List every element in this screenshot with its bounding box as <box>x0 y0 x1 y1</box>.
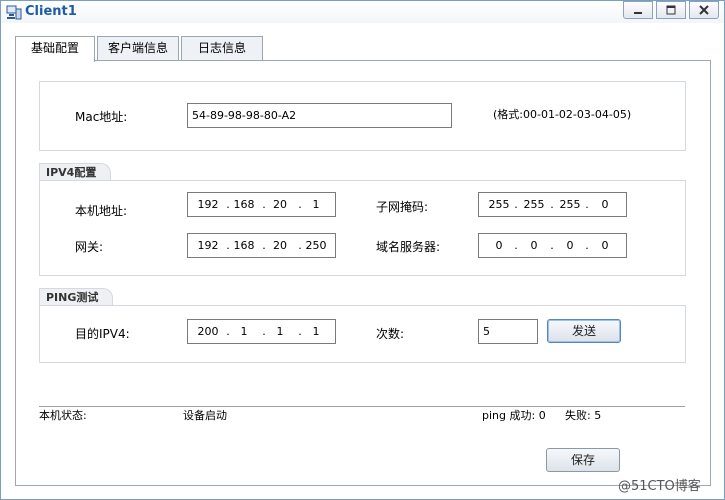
tab-basic-config[interactable]: 基础配置 <box>15 36 95 62</box>
mac-label: Mac地址: <box>75 110 128 124</box>
ping-success-count: ping 成功: 0 <box>482 409 546 422</box>
local-ip-label: 本机地址: <box>75 204 128 218</box>
gateway-label: 网关: <box>75 240 104 254</box>
ip-octet: 1 <box>240 325 248 338</box>
ping-group: 目的IPV4: 200 . 1 . 1 . 1 次数: 5 发送 <box>39 305 686 363</box>
ip-octet: 20 <box>273 198 287 211</box>
title-bar[interactable]: Client1 <box>1 1 724 23</box>
ping-group-label: PING测试 <box>39 288 113 306</box>
maximize-button[interactable] <box>656 1 686 19</box>
save-button[interactable]: 保存 <box>546 448 620 472</box>
ping-dest-label: 目的IPV4: <box>75 327 130 341</box>
close-button[interactable] <box>689 1 719 19</box>
ip-octet: 168 <box>233 198 255 211</box>
ping-count-label: 次数: <box>376 327 405 341</box>
minimize-button[interactable] <box>623 1 653 19</box>
ping-dest-input[interactable]: 200 . 1 . 1 . 1 <box>187 319 336 344</box>
ip-octet: 200 <box>197 325 219 338</box>
send-button[interactable]: 发送 <box>547 319 621 343</box>
ip-octet: 0 <box>495 239 503 252</box>
ip-octet: 0 <box>601 239 609 252</box>
mac-format-hint: (格式:00-01-02-03-04-05) <box>493 108 632 121</box>
tab-log-info[interactable]: 日志信息 <box>181 36 263 60</box>
computer-icon <box>6 5 22 20</box>
tab-client-info[interactable]: 客户端信息 <box>97 36 179 60</box>
ipv4-group-label: IPV4配置 <box>39 163 111 181</box>
mac-input[interactable]: 54-89-98-98-80-A2 <box>187 103 452 128</box>
minimize-icon <box>634 12 642 14</box>
dns-label: 域名服务器: <box>376 240 441 254</box>
ip-octet: 1 <box>312 198 320 211</box>
device-status-value: 设备启动 <box>183 409 227 422</box>
ip-octet: 192 <box>197 198 219 211</box>
mac-group: Mac地址: 54-89-98-98-80-A2 (格式:00-01-02-03… <box>39 81 686 151</box>
ip-octet: 192 <box>197 239 219 252</box>
client-window: Client1 基础配置 客户端信息 日志信息 Mac地址: 54-89-98-… <box>0 0 725 500</box>
ip-octet: 1 <box>312 325 320 338</box>
ip-octet: 0 <box>601 198 609 211</box>
local-ip-input[interactable]: 192 . 168 . 20 . 1 <box>187 192 336 217</box>
subnet-label: 子网掩码: <box>376 200 429 214</box>
ip-octet: 20 <box>273 239 287 252</box>
ip-octet: 255 <box>523 198 545 211</box>
dns-input[interactable]: 0 . 0 . 0 . 0 <box>478 233 627 258</box>
watermark: @51CTO博客 <box>618 479 701 494</box>
ip-octet: 168 <box>233 239 255 252</box>
subnet-input[interactable]: 255 . 255 . 255 . 0 <box>478 192 627 217</box>
ip-octet: 0 <box>566 239 574 252</box>
gateway-input[interactable]: 192 . 168 . 20 . 250 <box>187 233 336 258</box>
device-status-label: 本机状态: <box>39 409 87 422</box>
maximize-icon <box>666 5 676 15</box>
ping-count-input[interactable]: 5 <box>478 319 538 344</box>
ip-octet: 250 <box>305 239 327 252</box>
ipv4-group: 本机地址: 192 . 168 . 20 . 1 子网掩码: 255 . 255… <box>39 180 686 276</box>
close-icon <box>699 5 709 15</box>
ip-octet: 255 <box>559 198 581 211</box>
ip-octet: 0 <box>530 239 538 252</box>
ip-octet: 255 <box>488 198 510 211</box>
ping-fail-count: 失败: 5 <box>565 409 602 422</box>
window-title: Client1 <box>25 4 77 19</box>
ip-octet: 1 <box>276 325 284 338</box>
